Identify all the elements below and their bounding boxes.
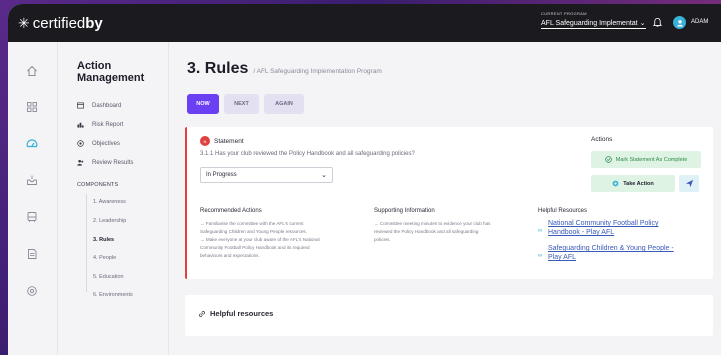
supporting-line: → Committee meeting minutes to evidence … <box>374 221 491 226</box>
document-icon[interactable] <box>25 247 39 261</box>
component-leadership[interactable]: 2. Leadership <box>93 218 126 224</box>
page-header: 3. Rules / AFL Safeguarding Implementati… <box>187 60 382 78</box>
component-rules[interactable]: 3. Rules <box>93 237 114 243</box>
resource-link-text: National Community Football Policy <box>548 220 659 227</box>
page-subtitle: / AFL Safeguarding Implementation Progra… <box>253 68 382 75</box>
supporting-info-heading: Supporting Information <box>374 208 435 214</box>
gauge-icon[interactable] <box>25 137 39 151</box>
bell-icon[interactable] <box>652 17 663 28</box>
take-action-label: Take Action <box>623 180 654 187</box>
target-icon <box>612 180 619 187</box>
inbox-icon[interactable] <box>25 173 39 187</box>
statement-header: N Statement <box>200 136 244 146</box>
component-environments[interactable]: 6. Environments <box>93 292 133 298</box>
link-icon: ∞ <box>538 253 543 259</box>
menu-item-label: Objectives <box>92 140 121 147</box>
status-value: In Progress <box>206 172 237 178</box>
action-menu: Action Management Dashboard Risk Report … <box>59 42 169 355</box>
program-label: CURRENT PROGRAM <box>541 11 587 16</box>
grid-icon[interactable] <box>25 100 39 114</box>
send-button[interactable] <box>679 175 699 192</box>
helpful-resources-heading: Helpful Resources <box>538 208 588 214</box>
tab-now[interactable]: NOW <box>187 94 219 114</box>
menu-item-risk-report[interactable]: Risk Report <box>77 121 123 128</box>
supporting-line: reviewed the Policy Handbook and all saf… <box>374 229 479 234</box>
mark-complete-button[interactable]: Mark Statement As Complete <box>591 151 701 168</box>
statement-question: 3.1.1 Has your club reviewed the Policy … <box>200 151 415 157</box>
link-icon: ∞ <box>538 228 543 234</box>
menu-item-label: Risk Report <box>92 121 124 128</box>
helpful-resources-card-title: Helpful resources <box>210 309 274 318</box>
chart-icon <box>77 122 84 128</box>
component-awareness[interactable]: 1. Awareness <box>93 199 126 205</box>
component-people[interactable]: 4. People <box>93 255 116 261</box>
supporting-info-text: → Committee meeting minutes to evidence … <box>374 220 490 244</box>
recommended-line: Community Football Policy Handbook and i… <box>200 245 310 250</box>
home-icon[interactable] <box>25 64 39 78</box>
supporting-line: policies. <box>374 237 391 242</box>
program-selector[interactable]: CURRENT PROGRAM AFL Safeguarding Impleme… <box>541 11 646 29</box>
menu-item-objectives[interactable]: Objectives <box>77 140 120 147</box>
avatar[interactable] <box>673 16 686 29</box>
recommended-actions-heading: Recommended Actions <box>200 208 262 214</box>
recommended-actions-text: → Familiarise the committee with the AFL… <box>200 220 320 260</box>
menu-item-label: Dashboard <box>92 102 122 109</box>
resource-link-safeguarding[interactable]: Safeguarding Children & Young People - P… <box>548 244 698 262</box>
icon-rail <box>8 42 58 355</box>
statement-badge-letter: N <box>203 138 207 144</box>
users-icon <box>77 159 84 166</box>
resource-link-text: Play AFL <box>548 254 577 261</box>
mark-complete-label: Mark Statement As Complete <box>615 156 688 163</box>
recommended-line: behaviours and expectations. <box>200 253 260 258</box>
program-value: AFL Safeguarding Implementat <box>541 19 638 27</box>
statement-badge: N <box>200 136 210 146</box>
brand-text-by: by <box>85 14 103 32</box>
status-select[interactable]: In Progress ⌄ <box>200 167 333 183</box>
dashboard-icon <box>77 102 84 109</box>
menu-item-label: Review Results <box>92 159 134 166</box>
tab-next[interactable]: NEXT <box>224 94 259 114</box>
menu-item-dashboard[interactable]: Dashboard <box>77 102 121 109</box>
bus-icon[interactable] <box>25 210 39 224</box>
resource-link-text: Handbook - Play AFL <box>548 229 615 236</box>
timeline-tabs: NOW NEXT AGAIN <box>187 94 304 114</box>
actions-heading: Actions <box>591 136 613 143</box>
resource-link-text: Safeguarding Children & Young People - <box>548 245 674 252</box>
components-heading: COMPONENTS <box>77 182 119 188</box>
settings-icon[interactable] <box>25 284 39 298</box>
statement-card: N Statement 3.1.1 Has your club reviewed… <box>185 127 713 279</box>
components-divider <box>86 194 87 292</box>
user-icon <box>676 19 683 26</box>
statement-heading: Statement <box>214 137 244 145</box>
menu-title: Action Management <box>77 60 145 84</box>
check-circle-icon <box>604 156 612 163</box>
main-content: 3. Rules / AFL Safeguarding Implementati… <box>169 42 721 355</box>
asterisk-logo-icon: ✳ <box>18 14 30 31</box>
helpful-resources-card-header[interactable]: Helpful resources <box>198 309 273 318</box>
send-icon <box>685 179 693 188</box>
recommended-line: → Make everyone at your club aware of th… <box>200 237 320 242</box>
resource-link-policy-handbook[interactable]: National Community Football Policy Handb… <box>548 219 698 237</box>
user-name[interactable]: ADAM <box>691 19 708 25</box>
recommended-line: Safeguarding Children and Young People r… <box>200 229 308 234</box>
target-icon <box>77 140 84 147</box>
tab-again[interactable]: AGAIN <box>264 94 304 114</box>
program-dropdown[interactable]: AFL Safeguarding Implementat ⌄ <box>541 19 646 29</box>
brand-logo[interactable]: ✳ certified by <box>18 15 103 32</box>
page-title: 3. Rules <box>187 60 249 77</box>
recommended-line: → Familiarise the committee with the AFL… <box>200 221 304 226</box>
app-window: ✳ certified by CURRENT PROGRAM AFL Safegu… <box>8 4 721 355</box>
chevron-down-icon: ⌄ <box>639 20 646 27</box>
helpful-resources-card: Helpful resources <box>185 295 713 336</box>
brand-text-certified: certified <box>32 14 86 32</box>
top-bar: ✳ certified by CURRENT PROGRAM AFL Safegu… <box>8 4 721 42</box>
chevron-down-icon: ⌄ <box>321 172 327 179</box>
menu-item-review-results[interactable]: Review Results <box>77 159 133 166</box>
component-education[interactable]: 5. Education <box>93 274 124 280</box>
link-icon <box>199 310 205 317</box>
take-action-button[interactable]: Take Action <box>591 175 675 192</box>
